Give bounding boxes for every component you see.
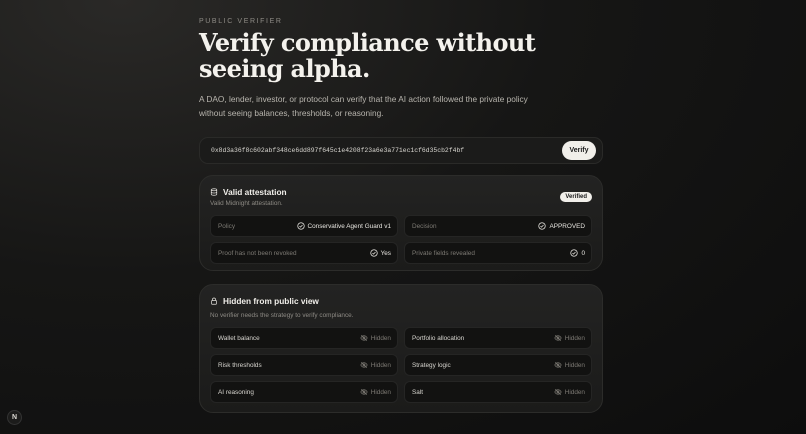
field-value-text: Hidden (564, 388, 585, 396)
hidden-title: Hidden from public view (223, 296, 319, 306)
field-value-text: Hidden (370, 388, 391, 396)
field-value: Hidden (554, 361, 585, 369)
hidden-field-risk-thresholds: Risk thresholds Hidden (210, 354, 398, 376)
database-icon (210, 188, 218, 196)
field-value-text: Hidden (370, 334, 391, 342)
field-value-text: 0 (581, 249, 585, 257)
field-value-text: APPROVED (549, 222, 585, 230)
field-value: Conservative Agent Guard v1 (296, 222, 391, 230)
field-label: AI reasoning (218, 388, 254, 396)
eye-off-icon (360, 361, 368, 369)
hidden-field-ai-reasoning: AI reasoning Hidden (210, 381, 398, 403)
attestation-field-policy: Policy Conservative Agent Guard v1 (210, 215, 398, 237)
hidden-field-portfolio-allocation: Portfolio allocation Hidden (404, 327, 592, 349)
attestation-field-decision: Decision APPROVED (404, 215, 592, 237)
eyebrow-label: PUBLIC VERIFIER (199, 18, 283, 25)
field-label: Policy (218, 222, 236, 230)
field-value-text: Hidden (370, 361, 391, 369)
check-circle-icon (570, 249, 579, 257)
field-label: Portfolio allocation (412, 334, 465, 342)
check-circle-icon (369, 249, 378, 257)
verified-badge: Verified (560, 192, 592, 202)
field-label: Wallet balance (218, 334, 260, 342)
verify-button[interactable]: Verify (562, 141, 596, 160)
field-label: Private fields revealed (412, 249, 475, 257)
field-label: Risk thresholds (218, 361, 262, 369)
attestation-card: Valid attestation Valid Midnight attesta… (199, 175, 603, 271)
field-value: Hidden (360, 388, 391, 396)
page-title: Verify compliance without seeing alpha. (199, 28, 536, 83)
field-label: Decision (412, 222, 437, 230)
eye-off-icon (554, 334, 562, 342)
attestation-field-revoked: Proof has not been revoked Yes (210, 242, 398, 264)
field-value: Hidden (360, 334, 391, 342)
hidden-field-wallet-balance: Wallet balance Hidden (210, 327, 398, 349)
eye-off-icon (360, 334, 368, 342)
attestation-field-revealed: Private fields revealed 0 (404, 242, 592, 264)
lock-icon (210, 297, 218, 305)
hidden-card-header: Hidden from public view (210, 296, 319, 306)
app-logo-button[interactable]: N (7, 410, 22, 425)
check-circle-icon (538, 222, 547, 230)
field-value: Hidden (360, 361, 391, 369)
hidden-field-strategy-logic: Strategy logic Hidden (404, 354, 592, 376)
field-label: Salt (412, 388, 424, 396)
field-value: Hidden (554, 388, 585, 396)
field-label: Strategy logic (412, 361, 451, 369)
check-circle-icon (296, 222, 305, 230)
hidden-field-salt: Salt Hidden (404, 381, 592, 403)
hidden-fields-card: Hidden from public view No verifier need… (199, 284, 603, 413)
eye-off-icon (554, 388, 562, 396)
field-value-text: Yes (380, 249, 391, 257)
attestation-card-header: Valid attestation (210, 187, 287, 197)
eye-off-icon (554, 361, 562, 369)
attestation-subtitle: Valid Midnight attestation. (210, 200, 283, 207)
field-value: 0 (570, 249, 585, 257)
hidden-subtitle: No verifier needs the strategy to verify… (210, 312, 354, 319)
attestation-hash-input[interactable] (206, 141, 556, 160)
eye-off-icon (360, 388, 368, 396)
field-value-text: Hidden (564, 361, 585, 369)
attestation-search-bar: Verify (199, 137, 603, 164)
field-value: Yes (369, 249, 391, 257)
field-value-text: Conservative Agent Guard v1 (307, 222, 391, 230)
field-value-text: Hidden (564, 334, 585, 342)
attestation-title: Valid attestation (223, 187, 287, 197)
field-value: APPROVED (538, 222, 585, 230)
field-value: Hidden (554, 334, 585, 342)
page-description: A DAO, lender, investor, or protocol can… (199, 94, 528, 118)
field-label: Proof has not been revoked (218, 249, 297, 257)
